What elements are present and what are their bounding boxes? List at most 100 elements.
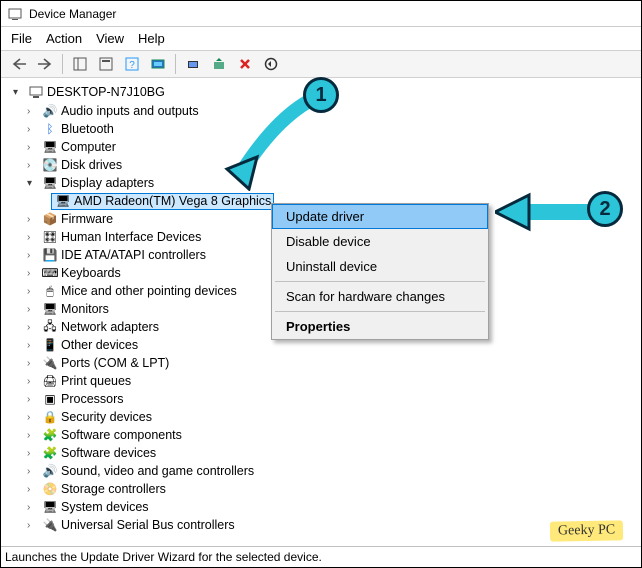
expand-icon[interactable]: › [27,466,39,477]
back-button[interactable] [7,53,31,75]
expand-icon[interactable]: › [27,322,39,333]
category-label: Monitors [61,302,109,316]
expand-icon[interactable]: › [27,412,39,423]
category-label: Audio inputs and outputs [61,104,199,118]
category-label: Security devices [61,410,152,424]
expand-icon[interactable]: › [27,124,39,135]
context-properties[interactable]: Properties [272,314,488,339]
expand-icon[interactable]: › [27,520,39,531]
expand-icon[interactable]: › [27,304,39,315]
window-title: Device Manager [29,7,116,21]
category-label: Ports (COM & LPT) [61,356,169,370]
menu-view[interactable]: View [96,31,124,46]
uninstall-device-button[interactable] [207,53,231,75]
category-label: Keyboards [61,266,121,280]
forward-button[interactable] [33,53,57,75]
category-label: Network adapters [61,320,159,334]
context-menu: Update driver Disable device Uninstall d… [271,203,489,340]
context-update-driver[interactable]: Update driver [272,204,488,229]
tree-category[interactable]: ›📀Storage controllers [9,480,641,498]
context-separator [275,311,485,312]
context-scan-hardware[interactable]: Scan for hardware changes [272,284,488,309]
bluetooth-icon: ᛒ [42,121,58,137]
keyboard-icon: ⌨ [42,265,58,281]
software-devices-icon: 🧩 [42,445,58,461]
menubar: File Action View Help [1,27,641,50]
tree-category[interactable]: ›🖥System devices [9,498,641,516]
expand-icon[interactable]: › [27,394,39,405]
context-uninstall-device[interactable]: Uninstall device [272,254,488,279]
category-label: Human Interface Devices [61,230,201,244]
category-label: Universal Serial Bus controllers [61,518,235,532]
expand-icon[interactable]: › [27,106,39,117]
tree-root-label: DESKTOP-N7J10BG [47,85,165,99]
gpu-icon: 🖥 [55,193,71,209]
tree-category[interactable]: ›🔌Universal Serial Bus controllers [9,516,641,534]
show-hide-tree-button[interactable] [68,53,92,75]
tree-category[interactable]: ›▣Processors [9,390,641,408]
context-disable-device[interactable]: Disable device [272,229,488,254]
expand-icon[interactable]: › [27,340,39,351]
category-label: Computer [61,140,116,154]
expand-icon[interactable]: › [27,160,39,171]
tree-category[interactable]: ›🖨Print queues [9,372,641,390]
properties-button[interactable] [94,53,118,75]
tree-category[interactable]: ›ᛒBluetooth [9,120,641,138]
network-icon: 🖧 [42,319,58,335]
toolbar-separator [62,54,63,74]
update-driver-button[interactable] [181,53,205,75]
tree-root[interactable]: ▾ DESKTOP-N7J10BG [9,82,641,102]
category-label: Sound, video and game controllers [61,464,254,478]
usb-icon: 🔌 [42,517,58,533]
hid-icon: 🎛 [42,229,58,245]
tree-category[interactable]: ›🖥Computer [9,138,641,156]
menu-help[interactable]: Help [138,31,165,46]
expand-icon[interactable]: › [27,484,39,495]
disable-device-button[interactable] [233,53,257,75]
ports-icon: 🔌 [42,355,58,371]
scan-hardware-button[interactable] [146,53,170,75]
firmware-icon: 📦 [42,211,58,227]
app-icon [7,6,23,22]
expand-icon[interactable]: › [27,502,39,513]
expand-icon[interactable]: ▾ [13,87,25,98]
expand-icon[interactable]: › [27,142,39,153]
expand-icon[interactable]: ▾ [27,178,39,189]
menu-file[interactable]: File [11,31,32,46]
menu-action[interactable]: Action [46,31,82,46]
expand-icon[interactable]: › [27,448,39,459]
expand-icon[interactable]: › [27,268,39,279]
computer-icon: 🖥 [42,139,58,155]
category-label: Firmware [61,212,113,226]
enable-device-button[interactable] [259,53,283,75]
expand-icon[interactable]: › [27,430,39,441]
tree-category-display-adapters[interactable]: ▾🖥Display adapters [9,174,641,192]
expand-icon[interactable]: › [27,214,39,225]
category-label: Print queues [61,374,131,388]
ide-icon: 💾 [42,247,58,263]
tree-category[interactable]: ›💽Disk drives [9,156,641,174]
system-icon: 🖥 [42,499,58,515]
watermark: Geeky PC [550,520,624,541]
expand-icon[interactable]: › [27,250,39,261]
tree-category[interactable]: ›🔒Security devices [9,408,641,426]
device-tree: ▾ DESKTOP-N7J10BG ›🔊Audio inputs and out… [1,78,641,558]
expand-icon[interactable]: › [27,232,39,243]
expand-icon[interactable]: › [27,358,39,369]
tree-category[interactable]: ›🧩Software devices [9,444,641,462]
software-components-icon: 🧩 [42,427,58,443]
tree-category[interactable]: ›🔊Audio inputs and outputs [9,102,641,120]
tree-category[interactable]: ›🧩Software components [9,426,641,444]
category-label: Disk drives [61,158,122,172]
expand-icon[interactable]: › [27,376,39,387]
category-label: Mice and other pointing devices [61,284,237,298]
category-label: IDE ATA/ATAPI controllers [61,248,206,262]
tree-category[interactable]: ›🔌Ports (COM & LPT) [9,354,641,372]
disk-icon: 💽 [42,157,58,173]
help-button[interactable]: ? [120,53,144,75]
tree-category[interactable]: ›🔊Sound, video and game controllers [9,462,641,480]
expand-icon[interactable]: › [27,286,39,297]
sound-icon: 🔊 [42,463,58,479]
category-label: Display adapters [61,176,154,190]
monitor-icon: 🖥 [42,301,58,317]
